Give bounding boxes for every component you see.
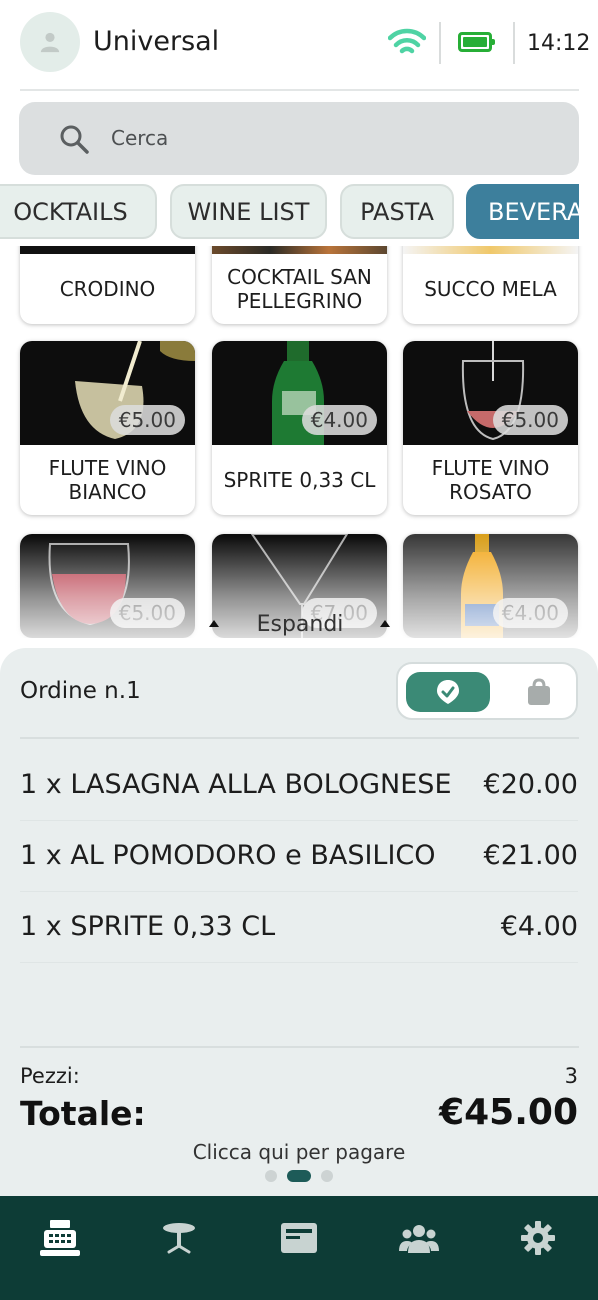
settings-icon — [521, 1221, 556, 1255]
product-card[interactable]: €4.00 — [403, 534, 578, 638]
product-card[interactable]: €5.00 FLUTE VINO ROSATO — [403, 341, 578, 515]
order-item-price: €20.00 — [483, 769, 578, 800]
pay-button[interactable]: Clicca qui per pagare — [0, 1140, 598, 1164]
product-name: CRODINO — [59, 277, 156, 301]
product-image: €4.00 — [403, 534, 578, 638]
avatar[interactable] — [20, 12, 80, 72]
category-tabs: OCKTAILS WINE LIST PASTA BEVERA — [0, 184, 579, 240]
total-value: €45.00 — [439, 1092, 578, 1133]
product-image: €5.00 — [20, 534, 195, 638]
product-card[interactable]: €4.00 SPRITE 0,33 CL — [212, 341, 387, 515]
location-check-icon — [437, 680, 459, 704]
users-icon — [398, 1225, 439, 1253]
product-image: €4.00 — [212, 341, 387, 445]
table-icon — [163, 1223, 196, 1254]
order-type-toggle[interactable] — [396, 662, 578, 720]
nav-customers[interactable] — [359, 1196, 479, 1280]
product-name: FLUTE VINO ROSATO — [431, 456, 550, 504]
page-dot[interactable] — [265, 1170, 277, 1182]
search-icon — [60, 125, 89, 154]
total-label: Totale: — [20, 1094, 146, 1133]
tab-wine-list[interactable]: WINE LIST — [170, 184, 327, 239]
dine-in-option[interactable] — [406, 672, 490, 712]
nav-settings[interactable] — [478, 1196, 598, 1280]
app-title: Universal — [93, 26, 220, 57]
product-image: €5.00 — [403, 341, 578, 445]
header-divider — [20, 89, 579, 91]
tab-cocktails[interactable]: OCKTAILS — [0, 184, 157, 239]
expand-button[interactable]: Espandi — [210, 612, 390, 637]
pieces-value: 3 — [564, 1064, 578, 1088]
page-indicator — [0, 1170, 598, 1182]
product-card[interactable]: €5.00 — [20, 534, 195, 638]
order-item-name: 1 x AL POMODORO e BASILICO — [20, 840, 436, 871]
expand-arrow-icon — [380, 620, 390, 627]
divider — [20, 737, 579, 739]
user-icon — [40, 32, 60, 53]
product-image — [212, 246, 387, 254]
order-item-row[interactable]: 1 x AL POMODORO e BASILICO €21.00 — [20, 822, 578, 892]
order-item-price: €21.00 — [483, 840, 578, 871]
pos-app: Universal 14:12 OCKTAILS WINE LIST PASTA… — [0, 0, 598, 1300]
takeaway-option[interactable] — [514, 672, 564, 712]
price-badge: €5.00 — [109, 598, 185, 628]
order-item-name: 1 x SPRITE 0,33 CL — [20, 911, 276, 942]
product-card[interactable]: COCKTAIL SAN PELLEGRINO — [212, 246, 387, 324]
price-badge: €5.00 — [109, 405, 185, 435]
order-item-price: €4.00 — [500, 911, 578, 942]
nav-cash-register[interactable] — [0, 1196, 120, 1280]
product-grid: CRODINO COCKTAIL SAN PELLEGRINO SUCCO ME… — [0, 246, 598, 638]
shopping-bag-icon — [528, 678, 550, 705]
tab-beverage[interactable]: BEVERA — [466, 184, 579, 239]
product-name: SUCCO MELA — [424, 277, 557, 301]
price-badge: €5.00 — [492, 405, 568, 435]
product-name: SPRITE 0,33 CL — [223, 468, 376, 492]
pieces-label: Pezzi: — [20, 1064, 80, 1088]
divider — [439, 22, 441, 64]
search-bar[interactable] — [19, 102, 579, 175]
order-item-row[interactable]: 1 x SPRITE 0,33 CL €4.00 — [20, 893, 578, 963]
product-name: FLUTE VINO BIANCO — [48, 456, 167, 504]
product-image — [20, 246, 195, 254]
order-title: Ordine n.1 — [20, 678, 141, 704]
nav-tables[interactable] — [120, 1196, 240, 1280]
tab-pasta[interactable]: PASTA — [340, 184, 454, 239]
product-name: COCKTAIL SAN PELLEGRINO — [227, 265, 372, 313]
search-input[interactable] — [111, 126, 511, 150]
wifi-icon — [388, 28, 426, 54]
battery-icon — [458, 32, 495, 52]
product-card[interactable]: €5.00 FLUTE VINO BIANCO — [20, 341, 195, 515]
product-image — [403, 246, 578, 254]
product-card[interactable]: SUCCO MELA — [403, 246, 578, 324]
price-badge: €4.00 — [492, 598, 568, 628]
divider — [20, 1046, 579, 1048]
page-dot-active[interactable] — [287, 1170, 311, 1182]
order-panel: Ordine n.1 1 x LASAGNA ALLA BOLOGNESE €2… — [0, 648, 598, 1196]
product-card[interactable]: CRODINO — [20, 246, 195, 324]
card-icon — [280, 1223, 317, 1253]
price-badge: €4.00 — [301, 405, 377, 435]
cash-register-icon — [39, 1220, 80, 1256]
header: Universal 14:12 — [0, 0, 598, 91]
order-item-row[interactable]: 1 x LASAGNA ALLA BOLOGNESE €20.00 — [20, 751, 578, 821]
page-dot[interactable] — [321, 1170, 333, 1182]
order-item-name: 1 x LASAGNA ALLA BOLOGNESE — [20, 769, 452, 800]
bottom-nav — [0, 1196, 598, 1300]
product-image: €5.00 — [20, 341, 195, 445]
nav-menu[interactable] — [239, 1196, 359, 1280]
divider — [513, 22, 515, 64]
clock: 14:12 — [527, 31, 591, 56]
